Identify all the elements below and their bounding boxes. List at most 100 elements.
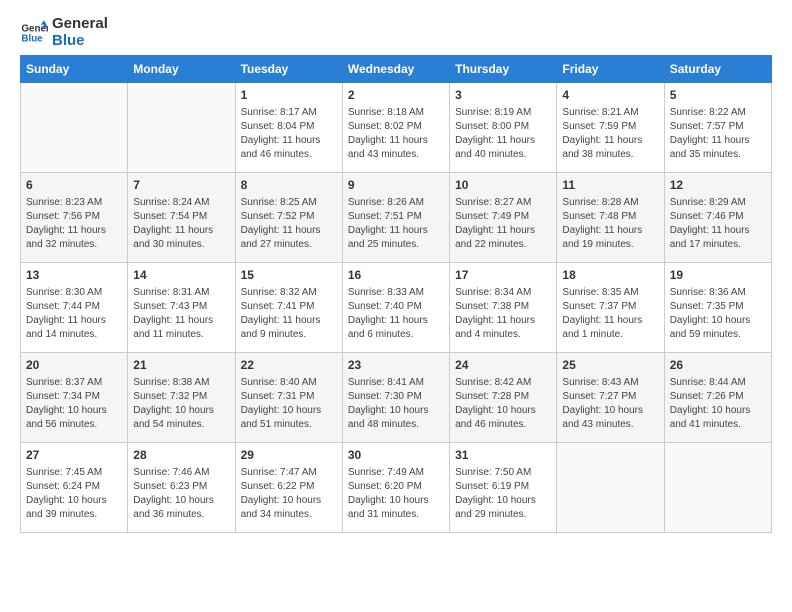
cell-content: Sunrise: 7:50 AMSunset: 6:19 PMDaylight:…	[455, 466, 551, 522]
cell-content: Sunrise: 7:47 AMSunset: 6:22 PMDaylight:…	[241, 466, 337, 522]
calendar-cell-2-3: 16Sunrise: 8:33 AMSunset: 7:40 PMDayligh…	[342, 263, 449, 353]
day-number: 31	[455, 447, 551, 464]
calendar-cell-3-2: 22Sunrise: 8:40 AMSunset: 7:31 PMDayligh…	[235, 353, 342, 443]
calendar-cell-3-3: 23 Sunrise: 8:41 AMSunset: 7:30 PMDayligh…	[342, 353, 449, 443]
day-number: 27	[26, 447, 122, 464]
cell-content: Sunrise: 8:43 AMSunset: 7:27 PMDaylight:…	[562, 376, 658, 432]
day-number: 1	[241, 87, 337, 104]
calendar-table: SundayMondayTuesdayWednesdayThursdayFrid…	[20, 55, 772, 533]
weekday-header-saturday: Saturday	[664, 56, 771, 83]
calendar-week-2: 6 Sunrise: 8:23 AMSunset: 7:56 PMDaylight…	[21, 173, 772, 263]
weekday-header-wednesday: Wednesday	[342, 56, 449, 83]
weekday-header-tuesday: Tuesday	[235, 56, 342, 83]
cell-content: Sunrise: 8:22 AMSunset: 7:57 PMDaylight:…	[670, 106, 766, 162]
cell-content: Sunrise: 8:41 AMSunset: 7:30 PMDaylight:…	[348, 376, 444, 432]
calendar-cell-1-3: 9Sunrise: 8:26 AMSunset: 7:51 PMDaylight…	[342, 173, 449, 263]
day-number: 17	[455, 267, 551, 284]
day-number: 16	[348, 267, 444, 284]
day-number: 12	[670, 177, 766, 194]
calendar-cell-4-1: 28 Sunrise: 7:46 AMSunset: 6:23 PMDayligh…	[128, 443, 235, 533]
calendar-cell-1-6: 12 Sunrise: 8:29 AMSunset: 7:46 PMDayligh…	[664, 173, 771, 263]
cell-content: Sunrise: 8:30 AMSunset: 7:44 PMDaylight:…	[26, 286, 122, 342]
calendar-week-1: 1 Sunrise: 8:17 AMSunset: 8:04 PMDaylight…	[21, 83, 772, 173]
day-number: 18	[562, 267, 658, 284]
calendar-cell-2-1: 14 Sunrise: 8:31 AMSunset: 7:43 PMDayligh…	[128, 263, 235, 353]
calendar-week-3: 13 Sunrise: 8:30 AMSunset: 7:44 PMDayligh…	[21, 263, 772, 353]
calendar-cell-3-4: 24 Sunrise: 8:42 AMSunset: 7:28 PMDayligh…	[450, 353, 557, 443]
calendar-cell-3-5: 25 Sunrise: 8:43 AMSunset: 7:27 PMDayligh…	[557, 353, 664, 443]
day-number: 22	[241, 357, 337, 374]
calendar-cell-2-2: 15 Sunrise: 8:32 AMSunset: 7:41 PMDayligh…	[235, 263, 342, 353]
calendar-cell-4-4: 31 Sunrise: 7:50 AMSunset: 6:19 PMDayligh…	[450, 443, 557, 533]
calendar-cell-1-4: 10 Sunrise: 8:27 AMSunset: 7:49 PMDayligh…	[450, 173, 557, 263]
calendar-week-5: 27 Sunrise: 7:45 AMSunset: 6:24 PMDayligh…	[21, 443, 772, 533]
day-number: 14	[133, 267, 229, 284]
calendar-cell-4-0: 27 Sunrise: 7:45 AMSunset: 6:24 PMDayligh…	[21, 443, 128, 533]
cell-content: Sunrise: 8:23 AMSunset: 7:56 PMDaylight:…	[26, 196, 122, 252]
calendar-cell-2-4: 17 Sunrise: 8:34 AMSunset: 7:38 PMDayligh…	[450, 263, 557, 353]
weekday-header-row: SundayMondayTuesdayWednesdayThursdayFrid…	[21, 56, 772, 83]
calendar-cell-0-4: 3Sunrise: 8:19 AMSunset: 8:00 PMDaylight…	[450, 83, 557, 173]
day-number: 6	[26, 177, 122, 194]
day-number: 13	[26, 267, 122, 284]
weekday-header-sunday: Sunday	[21, 56, 128, 83]
cell-content: Sunrise: 8:38 AMSunset: 7:32 PMDaylight:…	[133, 376, 229, 432]
day-number: 10	[455, 177, 551, 194]
day-number: 24	[455, 357, 551, 374]
day-number: 25	[562, 357, 658, 374]
day-number: 5	[670, 87, 766, 104]
day-number: 9	[348, 177, 444, 194]
calendar-cell-4-5	[557, 443, 664, 533]
cell-content: Sunrise: 8:37 AMSunset: 7:34 PMDaylight:…	[26, 376, 122, 432]
day-number: 7	[133, 177, 229, 194]
calendar-cell-2-6: 19 Sunrise: 8:36 AMSunset: 7:35 PMDayligh…	[664, 263, 771, 353]
cell-content: Sunrise: 7:46 AMSunset: 6:23 PMDaylight:…	[133, 466, 229, 522]
calendar-cell-4-6	[664, 443, 771, 533]
cell-content: Sunrise: 8:27 AMSunset: 7:49 PMDaylight:…	[455, 196, 551, 252]
cell-content: Sunrise: 8:36 AMSunset: 7:35 PMDaylight:…	[670, 286, 766, 342]
day-number: 19	[670, 267, 766, 284]
cell-content: Sunrise: 7:45 AMSunset: 6:24 PMDaylight:…	[26, 466, 122, 522]
calendar-cell-0-2: 1 Sunrise: 8:17 AMSunset: 8:04 PMDaylight…	[235, 83, 342, 173]
day-number: 2	[348, 87, 444, 104]
calendar-cell-0-3: 2Sunrise: 8:18 AMSunset: 8:02 PMDaylight…	[342, 83, 449, 173]
day-number: 3	[455, 87, 551, 104]
cell-content: Sunrise: 8:32 AMSunset: 7:41 PMDaylight:…	[241, 286, 337, 342]
calendar-cell-1-0: 6 Sunrise: 8:23 AMSunset: 7:56 PMDaylight…	[21, 173, 128, 263]
calendar-cell-1-2: 8Sunrise: 8:25 AMSunset: 7:52 PMDaylight…	[235, 173, 342, 263]
day-number: 30	[348, 447, 444, 464]
svg-text:Blue: Blue	[21, 33, 43, 44]
calendar-cell-2-5: 18 Sunrise: 8:35 AMSunset: 7:37 PMDayligh…	[557, 263, 664, 353]
calendar-cell-3-0: 20Sunrise: 8:37 AMSunset: 7:34 PMDayligh…	[21, 353, 128, 443]
cell-content: Sunrise: 8:35 AMSunset: 7:37 PMDaylight:…	[562, 286, 658, 342]
day-number: 28	[133, 447, 229, 464]
cell-content: Sunrise: 8:34 AMSunset: 7:38 PMDaylight:…	[455, 286, 551, 342]
day-number: 21	[133, 357, 229, 374]
cell-content: Sunrise: 7:49 AMSunset: 6:20 PMDaylight:…	[348, 466, 444, 522]
cell-content: Sunrise: 8:24 AMSunset: 7:54 PMDaylight:…	[133, 196, 229, 252]
day-number: 23	[348, 357, 444, 374]
day-number: 15	[241, 267, 337, 284]
cell-content: Sunrise: 8:29 AMSunset: 7:46 PMDaylight:…	[670, 196, 766, 252]
weekday-header-monday: Monday	[128, 56, 235, 83]
weekday-header-friday: Friday	[557, 56, 664, 83]
cell-content: Sunrise: 8:17 AMSunset: 8:04 PMDaylight:…	[241, 106, 337, 162]
header: General Blue General Blue	[20, 16, 772, 49]
cell-content: Sunrise: 8:28 AMSunset: 7:48 PMDaylight:…	[562, 196, 658, 252]
cell-content: Sunrise: 8:21 AMSunset: 7:59 PMDaylight:…	[562, 106, 658, 162]
logo: General Blue General Blue	[20, 16, 108, 49]
calendar-cell-0-6: 5 Sunrise: 8:22 AMSunset: 7:57 PMDaylight…	[664, 83, 771, 173]
cell-content: Sunrise: 8:42 AMSunset: 7:28 PMDaylight:…	[455, 376, 551, 432]
calendar-cell-1-1: 7 Sunrise: 8:24 AMSunset: 7:54 PMDaylight…	[128, 173, 235, 263]
day-number: 4	[562, 87, 658, 104]
cell-content: Sunrise: 8:25 AMSunset: 7:52 PMDaylight:…	[241, 196, 337, 252]
calendar-week-4: 20Sunrise: 8:37 AMSunset: 7:34 PMDayligh…	[21, 353, 772, 443]
calendar-cell-0-5: 4 Sunrise: 8:21 AMSunset: 7:59 PMDaylight…	[557, 83, 664, 173]
calendar-cell-0-0	[21, 83, 128, 173]
cell-content: Sunrise: 8:44 AMSunset: 7:26 PMDaylight:…	[670, 376, 766, 432]
calendar-cell-1-5: 11Sunrise: 8:28 AMSunset: 7:48 PMDayligh…	[557, 173, 664, 263]
logo-icon: General Blue	[20, 19, 48, 47]
day-number: 26	[670, 357, 766, 374]
cell-content: Sunrise: 8:31 AMSunset: 7:43 PMDaylight:…	[133, 286, 229, 342]
calendar-cell-0-1	[128, 83, 235, 173]
